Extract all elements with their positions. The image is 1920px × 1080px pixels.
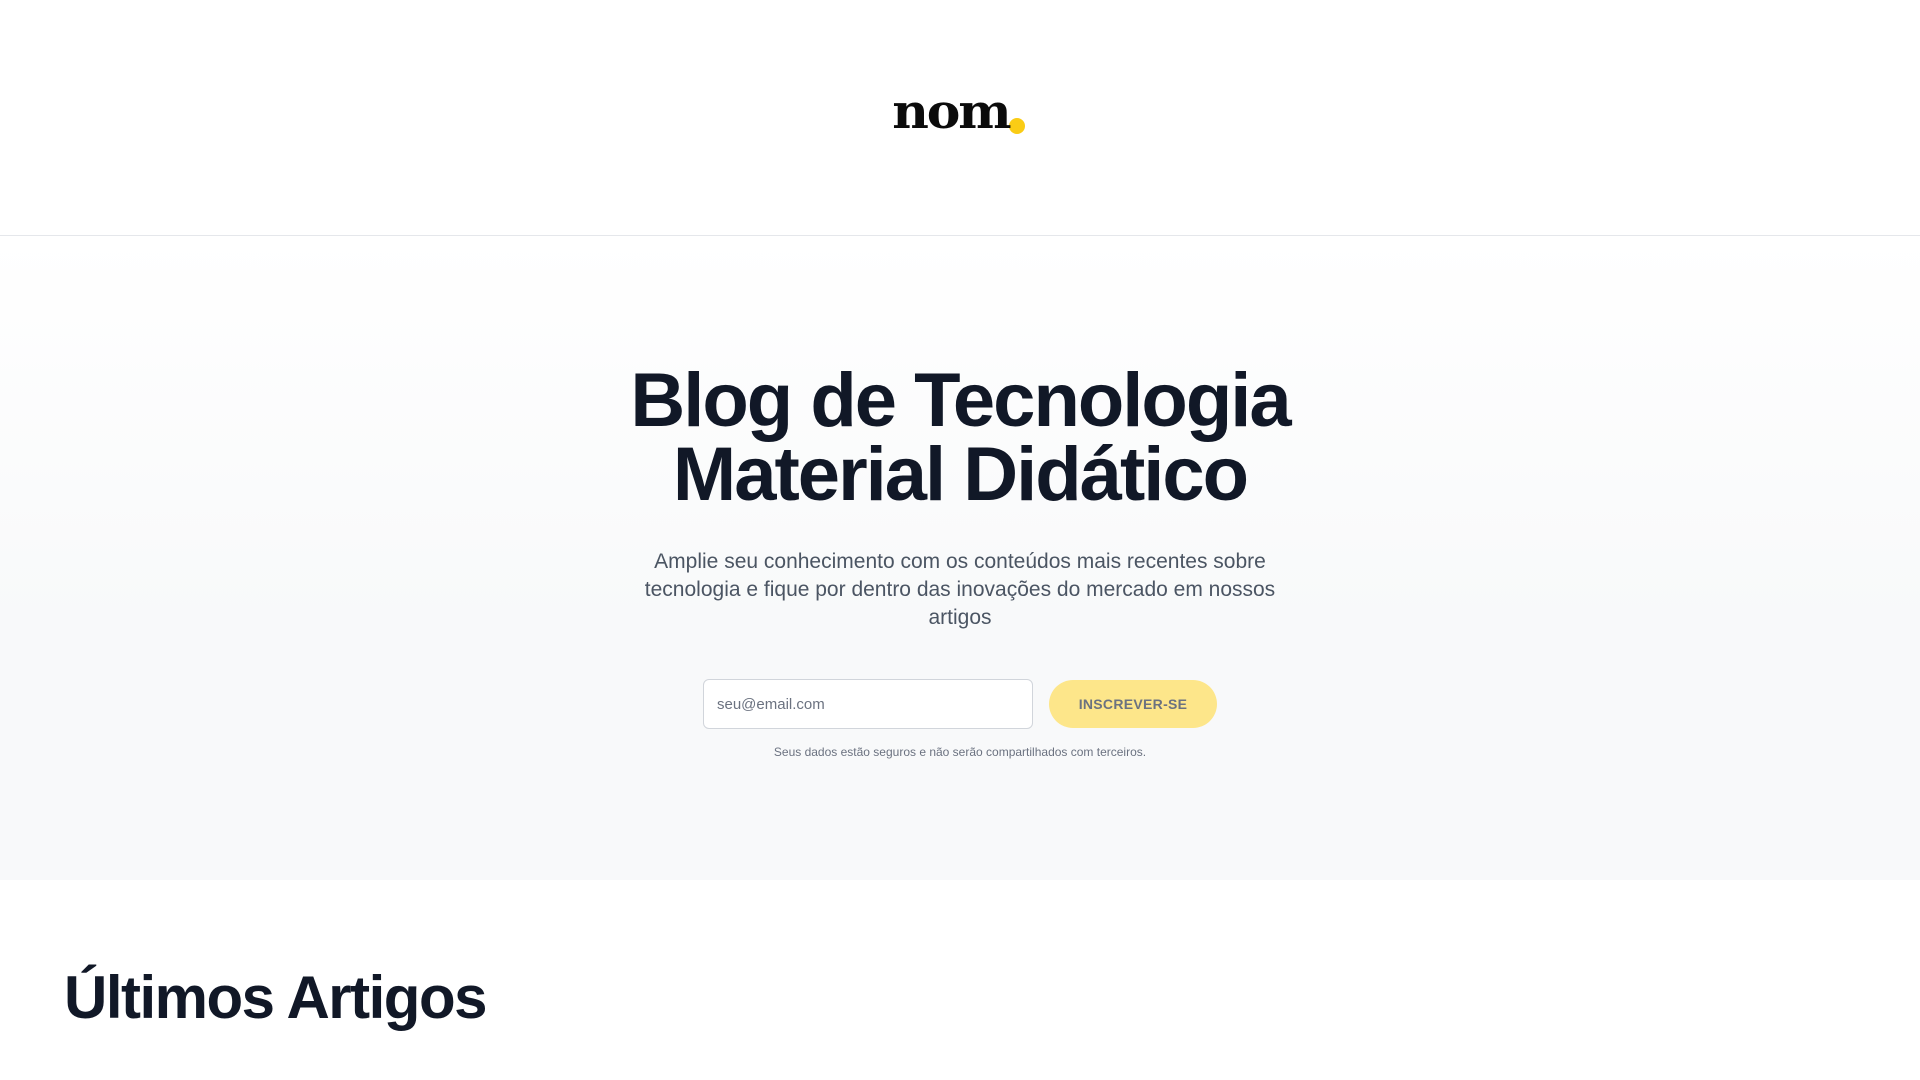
- logo-link[interactable]: nom: [892, 83, 1025, 140]
- hero-subtitle: Amplie seu conhecimento com os conteúdos…: [644, 550, 1276, 629]
- privacy-note: Seus dados estão seguros e não serão com…: [773, 745, 1147, 759]
- subscribe-button[interactable]: INSCREVER-SE: [1049, 680, 1217, 728]
- latest-articles-section: Últimos Artigos: [0, 880, 1920, 1028]
- logo-text: nom: [892, 83, 1011, 140]
- logo-dot-icon: [1008, 117, 1025, 134]
- hero-section: Blog de Tecnologia Material Didático Amp…: [0, 236, 1920, 880]
- page-title: Blog de Tecnologia Material Didático: [630, 358, 1291, 517]
- page-title-line-2: Material Didático: [672, 432, 1249, 517]
- latest-articles-title: Últimos Artigos: [64, 964, 487, 1031]
- page-title-line-1: Blog de Tecnologia: [630, 358, 1291, 443]
- email-input[interactable]: [703, 679, 1033, 729]
- site-header: nom: [0, 0, 1920, 236]
- newsletter-form: INSCREVER-SE: [703, 679, 1217, 729]
